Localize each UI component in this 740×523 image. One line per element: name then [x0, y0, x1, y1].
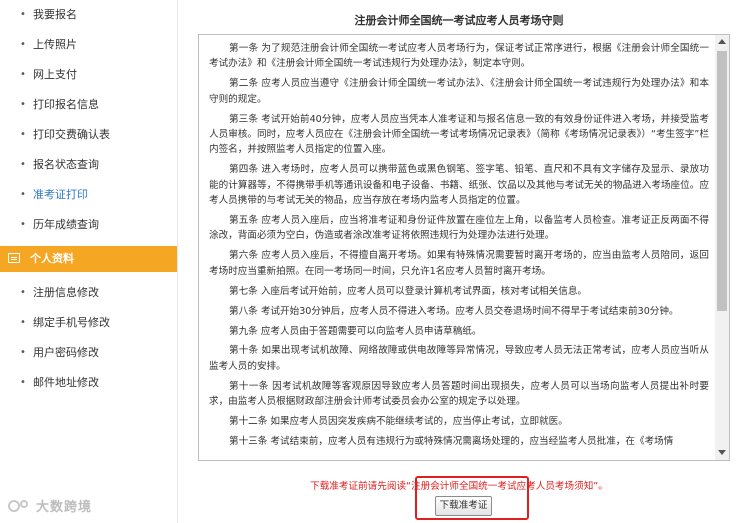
sidebar-item-label: 网上支付 — [33, 68, 77, 81]
sidebar-item-print-payment-confirmation[interactable]: • 打印交费确认表 — [0, 120, 177, 150]
sidebar-item-label: 打印交费确认表 — [33, 128, 110, 141]
sidebar-item-label: 绑定手机号修改 — [33, 316, 110, 329]
rule-paragraph: 第五条 应考人员入座后，应当将准考证和身份证件放置在座位左上角，以备监考人员检查… — [209, 215, 709, 242]
sidebar-item-label: 上传照片 — [33, 38, 77, 51]
logo-text: 大数跨境 — [36, 500, 93, 515]
rule-paragraph: 第十三条 考试结束前，应考人员有违规行为或特殊情况需离场处理的，应当经监考人员批… — [229, 435, 674, 447]
bullet: • — [20, 219, 26, 230]
rule-paragraph: 第一条 为了规范注册会计师全国统一考试应考人员考场行为，保证考试正常序进行，根据… — [209, 43, 709, 70]
bullet: • — [20, 159, 26, 170]
bullet: • — [20, 39, 26, 50]
watermark-logo: 大数跨境 — [8, 498, 92, 518]
bullet: • — [20, 9, 26, 20]
sidebar-item-label: 注册信息修改 — [33, 286, 99, 299]
sidebar-item-label: 报名状态查询 — [33, 158, 99, 171]
bullet: • — [20, 99, 26, 110]
rule-paragraph: 第九条 应考人员由于答题需要可以向监考人员申请草稿纸。 — [229, 325, 482, 337]
bullet: • — [20, 287, 26, 298]
rule-paragraph: 第三条 考试开始前40分钟，应考人员应当凭本人准考证和与报名信息一致的有效身份证… — [209, 113, 709, 156]
bullet: • — [20, 189, 26, 200]
sidebar-item-registration-status[interactable]: • 报名状态查询 — [0, 150, 177, 180]
sidebar-item-edit-registration-info[interactable]: • 注册信息修改 — [0, 278, 177, 308]
rules-scroll-box[interactable]: 第一条 为了规范注册会计师全国统一考试应考人员考场行为，保证考试正常序进行，根据… — [198, 34, 730, 461]
sidebar-item-label: 我要报名 — [33, 8, 77, 21]
bullet: • — [20, 69, 26, 80]
scroll-down-arrow-icon[interactable] — [718, 450, 726, 455]
sidebar-item-label: 邮件地址修改 — [33, 376, 99, 389]
sidebar-item-edit-email[interactable]: • 邮件地址修改 — [0, 368, 177, 398]
sidebar-item-edit-password[interactable]: • 用户密码修改 — [0, 338, 177, 368]
rule-paragraph: 第六条 应考人员入座后，不得擅自离开考场。如果有特殊情况需要暂时离开考场的，应当… — [209, 250, 709, 277]
section-header-personal-info[interactable]: 个人资料 — [0, 246, 177, 272]
sidebar-item-score-history[interactable]: • 历年成绩查询 — [0, 210, 177, 240]
sidebar-item-label: 准考证打印 — [33, 188, 88, 201]
sidebar-item-print-registration[interactable]: • 打印报名信息 — [0, 90, 177, 120]
rule-paragraph: 第二条 应考人员应当遵守《注册会计师全国统一考试办法》、《注册会计师全国统一考试… — [209, 78, 709, 105]
rule-paragraph: 第十二条 如果应考人员因突发疾病不能继续考试的，应当停止考试，立即就医。 — [229, 416, 568, 428]
section-title: 个人资料 — [30, 252, 74, 265]
sidebar-item-label: 打印报名信息 — [33, 98, 99, 111]
bullet: • — [20, 377, 26, 388]
sidebar-item-admission-ticket[interactable]: • 准考证打印 — [0, 180, 177, 210]
logo-icon — [8, 500, 28, 512]
scroll-thumb[interactable] — [717, 51, 727, 311]
sidebar-item-label: 历年成绩查询 — [33, 218, 99, 231]
rule-paragraph: 第八条 考试开始30分钟后，应考人员不得进入考场。应考人员交卷退场时间不得早于考… — [229, 305, 679, 317]
id-card-icon — [8, 253, 20, 263]
scrollbar[interactable] — [715, 35, 729, 460]
sidebar-item-apply[interactable]: • 我要报名 — [0, 0, 177, 30]
page-title: 注册会计师全国统一考试应考人员考场守则 — [354, 14, 564, 27]
rule-paragraph: 第十一条 因考试机故障等客观原因导致应考人员答题时间出现损失，应考人员可以当场向… — [209, 380, 709, 408]
sidebar-item-label: 用户密码修改 — [33, 346, 99, 359]
sidebar-item-edit-phone[interactable]: • 绑定手机号修改 — [0, 308, 177, 338]
bullet: • — [20, 129, 26, 140]
sidebar-item-upload-photo[interactable]: • 上传照片 — [0, 30, 177, 60]
bullet: • — [20, 347, 26, 358]
bullet: • — [20, 317, 26, 328]
download-admission-ticket-button[interactable]: 下载准考证 — [435, 496, 492, 516]
scroll-up-arrow-icon[interactable] — [718, 39, 726, 44]
main-content: 注册会计师全国统一考试应考人员考场守则 第一条 为了规范注册会计师全国统一考试应… — [178, 0, 740, 523]
rule-paragraph: 第十条 如果出现考试机故障、网络故障或供电故障等异常情况，导致应考人员无法正常考… — [209, 345, 709, 372]
rule-paragraph: 第七条 入座后考试开始前，应考人员可以登录计算机考试界面，核对考试相关信息。 — [229, 285, 588, 297]
rules-content: 第一条 为了规范注册会计师全国统一考试应考人员考场行为，保证考试正常序进行，根据… — [209, 41, 709, 454]
rule-paragraph: 第四条 进入考场时，应考人员可以携带蓝色或黑色钢笔、签字笔、铅笔、直尺和不具有文… — [209, 164, 709, 207]
sidebar-item-online-payment[interactable]: • 网上支付 — [0, 60, 177, 90]
sidebar: • 我要报名 • 上传照片 • 网上支付 • 打印报名信息 • 打印交费确认表 … — [0, 0, 178, 523]
